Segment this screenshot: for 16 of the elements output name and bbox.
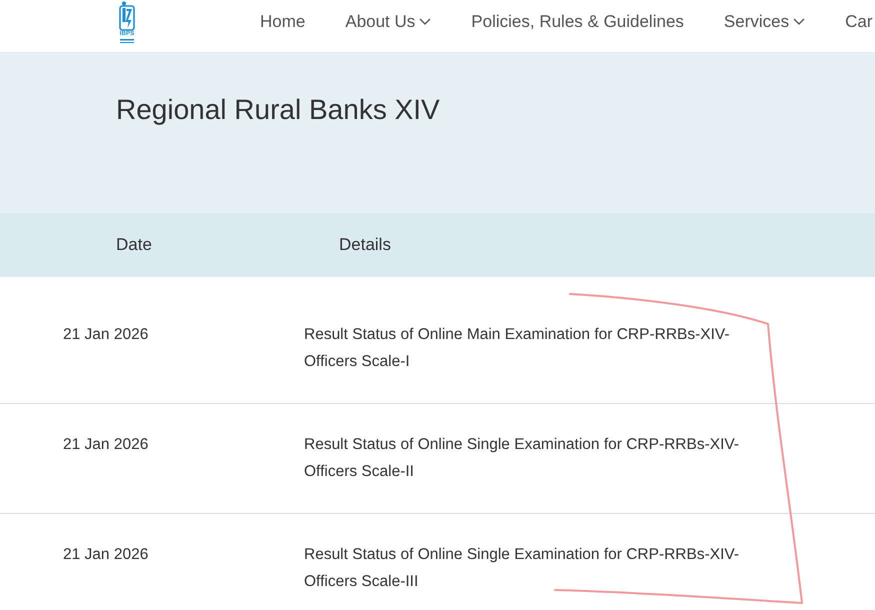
nav-link[interactable]: Policies, Rules & Guidelines xyxy=(471,12,684,32)
logo-tagline-drawing xyxy=(120,38,134,44)
details-link[interactable]: Result Status of Online Main Examination for CRP-RRBs-XIV-Officers Scale-I xyxy=(304,321,754,375)
column-header: Details xyxy=(339,235,392,255)
date-cell-text: 21 Jan 2026 xyxy=(63,545,150,565)
nav-link[interactable]: About Us xyxy=(345,12,432,32)
nav-link[interactable]: Car xyxy=(845,12,872,32)
date-cell-text: 21 Jan 2026 xyxy=(63,325,150,345)
page-title: Regional Rural Banks XIV xyxy=(116,93,441,127)
logo-icon[interactable] xyxy=(119,1,135,31)
date-cell-text: 21 Jan 2026 xyxy=(63,435,150,455)
details-link[interactable]: Result Status of Online Single Examination for CRP-RRBs-XIV-Officers Scale-III xyxy=(304,541,754,595)
nav-link[interactable]: Services xyxy=(724,12,806,32)
nav-link[interactable]: Home xyxy=(260,12,306,32)
details-link[interactable]: Result Status of Online Single Examination for CRP-RRBs-XIV-Officers Scale-II xyxy=(304,431,754,485)
column-header: Date xyxy=(116,235,153,255)
